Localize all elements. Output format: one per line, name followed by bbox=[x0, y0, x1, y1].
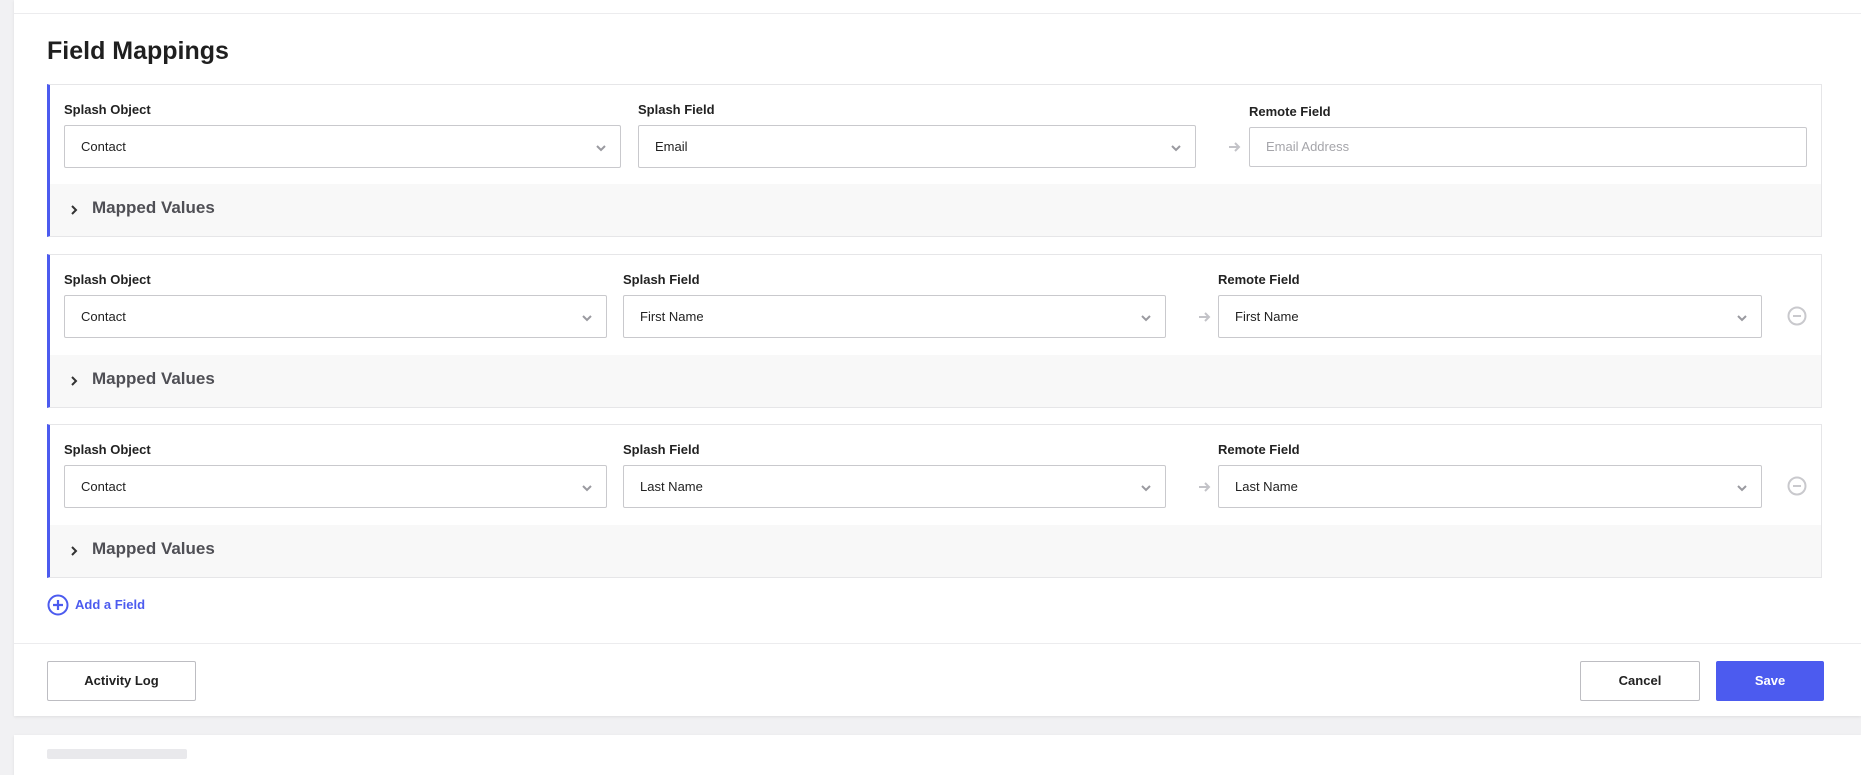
splash-object-select[interactable]: Contact bbox=[64, 125, 621, 168]
caret-right-icon bbox=[71, 205, 78, 215]
chevron-down-icon bbox=[1171, 145, 1181, 152]
remote-field-label: Remote Field bbox=[1249, 104, 1331, 119]
splash-field-label: Splash Field bbox=[623, 272, 700, 287]
remote-field-label: Remote Field bbox=[1218, 442, 1300, 457]
next-section-card bbox=[14, 735, 1861, 775]
chevron-down-icon bbox=[596, 145, 606, 152]
splash-field-value: First Name bbox=[640, 309, 704, 324]
arrow-right-icon bbox=[1199, 312, 1211, 322]
mapped-values-toggle[interactable]: Mapped Values bbox=[50, 184, 1821, 236]
mapped-values-toggle[interactable]: Mapped Values bbox=[50, 355, 1821, 407]
splash-object-select[interactable]: Contact bbox=[64, 465, 607, 508]
activity-log-button[interactable]: Activity Log bbox=[47, 661, 196, 701]
splash-object-label: Splash Object bbox=[64, 442, 151, 457]
splash-field-label: Splash Field bbox=[638, 102, 715, 117]
footer-divider bbox=[14, 643, 1861, 644]
chevron-down-icon bbox=[1737, 315, 1747, 322]
cancel-button[interactable]: Cancel bbox=[1580, 661, 1700, 701]
mapping-row-2: Splash Object Contact Splash Field First… bbox=[47, 254, 1822, 408]
splash-object-value: Contact bbox=[81, 139, 126, 154]
arrow-right-icon bbox=[1229, 142, 1241, 152]
chevron-down-icon bbox=[1141, 315, 1151, 322]
splash-field-select[interactable]: Last Name bbox=[623, 465, 1166, 508]
splash-object-label: Splash Object bbox=[64, 272, 151, 287]
remote-field-select[interactable]: First Name bbox=[1218, 295, 1762, 338]
mapped-values-label: Mapped Values bbox=[92, 369, 215, 388]
minus-circle-icon[interactable] bbox=[1787, 306, 1807, 326]
save-button[interactable]: Save bbox=[1716, 661, 1824, 701]
splash-object-select[interactable]: Contact bbox=[64, 295, 607, 338]
remote-field-label: Remote Field bbox=[1218, 272, 1300, 287]
splash-field-value: Email bbox=[655, 139, 688, 154]
mapped-values-label: Mapped Values bbox=[92, 539, 215, 558]
section-title: Field Mappings bbox=[47, 37, 229, 65]
remote-field-input[interactable]: Email Address bbox=[1249, 127, 1807, 167]
field-mappings-card: Field Mappings Splash Object Contact Spl… bbox=[14, 0, 1861, 716]
splash-field-select[interactable]: Email bbox=[638, 125, 1196, 168]
mapped-values-label: Mapped Values bbox=[92, 198, 215, 217]
next-section-title-placeholder bbox=[47, 749, 187, 759]
remote-field-value: First Name bbox=[1235, 309, 1299, 324]
add-field-label: Add a Field bbox=[75, 597, 146, 612]
splash-field-label: Splash Field bbox=[623, 442, 700, 457]
divider bbox=[14, 13, 1861, 14]
arrow-right-icon bbox=[1199, 482, 1211, 492]
splash-object-value: Contact bbox=[81, 479, 126, 494]
caret-right-icon bbox=[71, 546, 78, 556]
chevron-down-icon bbox=[582, 315, 592, 322]
caret-right-icon bbox=[71, 376, 78, 386]
chevron-down-icon bbox=[1737, 485, 1747, 492]
mapping-row-1: Splash Object Contact Splash Field Email… bbox=[47, 84, 1822, 237]
chevron-down-icon bbox=[1141, 485, 1151, 492]
remote-field-value: Last Name bbox=[1235, 479, 1298, 494]
mapping-row-3: Splash Object Contact Splash Field Last … bbox=[47, 424, 1822, 578]
splash-object-value: Contact bbox=[81, 309, 126, 324]
splash-field-select[interactable]: First Name bbox=[623, 295, 1166, 338]
remote-field-select[interactable]: Last Name bbox=[1218, 465, 1762, 508]
plus-circle-icon bbox=[47, 594, 69, 616]
minus-circle-icon[interactable] bbox=[1787, 476, 1807, 496]
mapped-values-toggle[interactable]: Mapped Values bbox=[50, 525, 1821, 577]
remote-field-placeholder: Email Address bbox=[1266, 139, 1350, 154]
chevron-down-icon bbox=[582, 485, 592, 492]
splash-field-value: Last Name bbox=[640, 479, 703, 494]
splash-object-label: Splash Object bbox=[64, 102, 151, 117]
